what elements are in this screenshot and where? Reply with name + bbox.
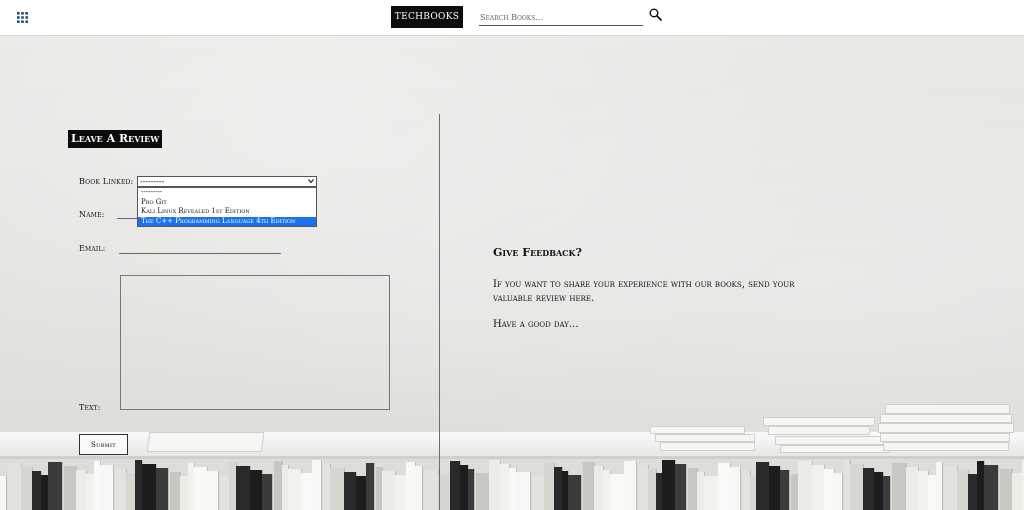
book-spine bbox=[624, 461, 637, 510]
book-spine bbox=[330, 468, 345, 510]
book-spine bbox=[892, 463, 907, 510]
book-stack bbox=[775, 436, 895, 445]
book-option[interactable]: Pro Git bbox=[138, 198, 316, 208]
book-select[interactable]: --------- bbox=[137, 176, 317, 187]
book-linked-label: Book Linked: bbox=[79, 177, 134, 186]
book-spine bbox=[936, 462, 943, 510]
book-stack bbox=[146, 432, 265, 452]
magnifier-icon[interactable] bbox=[649, 8, 662, 21]
book-spine bbox=[424, 470, 439, 510]
book-select-value: --------- bbox=[140, 177, 165, 186]
book-spine bbox=[8, 463, 22, 510]
book-spine bbox=[984, 465, 999, 510]
book-stack bbox=[780, 445, 890, 453]
book-spine bbox=[262, 474, 273, 510]
book-spine bbox=[944, 466, 958, 510]
feedback-signoff: Have a good day... bbox=[493, 319, 579, 330]
book-spine bbox=[798, 461, 813, 510]
book-stack bbox=[885, 404, 1010, 414]
book-spine bbox=[780, 470, 790, 510]
book-spine bbox=[468, 469, 475, 510]
apps-grid-icon[interactable] bbox=[17, 12, 28, 23]
book-spine bbox=[516, 472, 531, 510]
submit-button[interactable]: Submit bbox=[79, 434, 128, 455]
text-label: Text: bbox=[79, 403, 101, 412]
book-spine bbox=[610, 474, 625, 510]
book-spine bbox=[850, 464, 864, 510]
book-spine bbox=[704, 476, 719, 510]
book-spine bbox=[476, 473, 490, 510]
feedback-title: Give Feedback? bbox=[493, 246, 582, 259]
book-spine bbox=[194, 467, 208, 510]
book-spine bbox=[48, 462, 63, 510]
top-bar: TECHBOOKS bbox=[0, 0, 1024, 36]
book-spine bbox=[312, 460, 322, 510]
search-input[interactable] bbox=[479, 10, 643, 26]
book-spine bbox=[415, 466, 423, 510]
book-spine bbox=[366, 463, 375, 510]
book-spine bbox=[142, 464, 157, 510]
book-option-highlighted[interactable]: The C++ Programming Language 4th Edition bbox=[138, 216, 316, 226]
book-stack bbox=[880, 414, 1012, 423]
book-stack bbox=[650, 426, 745, 434]
book-option[interactable]: Kali Linux Revealed 1st Edition bbox=[138, 207, 316, 217]
book-spine bbox=[156, 468, 169, 510]
book-stack bbox=[655, 434, 755, 442]
column-divider bbox=[439, 114, 440, 510]
book-stack bbox=[883, 442, 1009, 451]
bookshelf-books bbox=[0, 459, 1024, 510]
book-stack bbox=[880, 433, 1010, 442]
book-spine bbox=[0, 476, 7, 510]
brand-logo[interactable]: TECHBOOKS bbox=[391, 6, 463, 28]
email-label: Email: bbox=[79, 244, 106, 253]
book-spine bbox=[834, 473, 843, 510]
book-spine bbox=[756, 462, 770, 510]
book-option[interactable]: --------- bbox=[138, 188, 316, 198]
book-stack bbox=[660, 442, 755, 451]
email-field[interactable] bbox=[119, 243, 281, 254]
review-text-area[interactable] bbox=[120, 275, 390, 410]
book-spine bbox=[675, 464, 687, 510]
book-spine bbox=[662, 460, 676, 510]
book-dropdown-list: --------- Pro Git Kali Linux Revealed 1s… bbox=[137, 187, 317, 227]
book-spine bbox=[100, 465, 114, 510]
review-form-title: Leave A Review bbox=[68, 130, 163, 148]
book-stack bbox=[763, 417, 875, 426]
chevron-down-icon bbox=[308, 179, 314, 184]
book-spine bbox=[288, 469, 302, 510]
book-spine bbox=[207, 471, 219, 510]
book-stack bbox=[878, 423, 1014, 433]
book-spine bbox=[883, 476, 891, 510]
name-label: Name: bbox=[79, 210, 105, 219]
book-spine bbox=[730, 467, 741, 510]
feedback-body: If you want to share your experience wit… bbox=[493, 279, 795, 304]
book-spine bbox=[382, 471, 396, 510]
book-spine bbox=[236, 466, 251, 510]
book-stack bbox=[768, 426, 870, 435]
book-spine bbox=[568, 475, 582, 510]
